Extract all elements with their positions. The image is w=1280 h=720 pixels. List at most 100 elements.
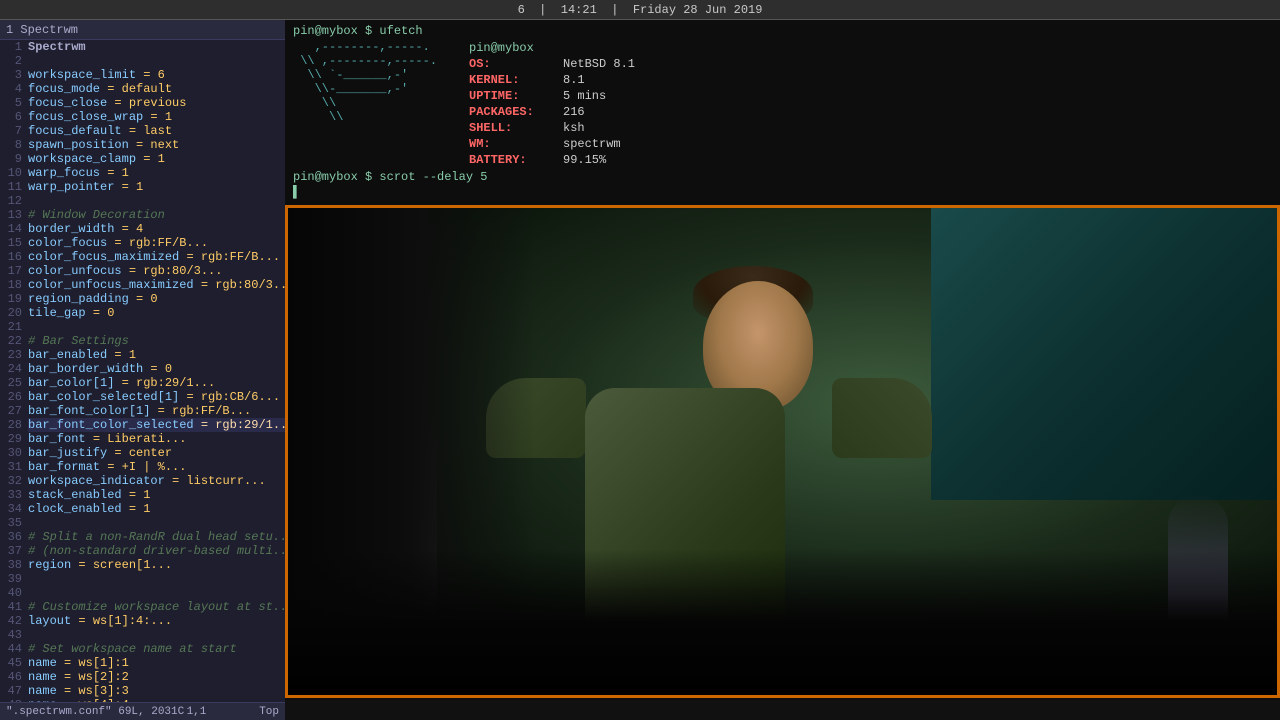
shell-row: SHELL: ksh [469,120,635,136]
line-content [28,194,285,208]
line-number: 2 [0,54,28,68]
line-35: 35 [0,516,285,530]
line-content: workspace_indicator = listcurr... [28,474,285,488]
line-8: 8spawn_position = next [0,138,285,152]
teal-bg [931,208,1277,500]
line-content: # Bar Settings [28,334,285,348]
uptime-row: UPTIME: 5 mins [469,88,635,104]
line-content: bar_enabled = 1 [28,348,285,362]
line-number: 17 [0,264,28,278]
line-11: 11warp_pointer = 1 [0,180,285,194]
line-content: Spectrwm [28,40,285,54]
line-21: 21 [0,320,285,334]
line-content: color_focus = rgb:FF/B... [28,236,285,250]
uptime-value: 5 mins [563,88,606,104]
line-12: 12 [0,194,285,208]
line-number: 15 [0,236,28,250]
line-24: 24bar_border_width = 0 [0,362,285,376]
line-44: 44# Set workspace name at start [0,642,285,656]
line-content: clock_enabled = 1 [28,502,285,516]
line-number: 5 [0,96,28,110]
date-display: Friday 28 Jun 2019 [633,3,763,17]
line-content: focus_close = previous [28,96,285,110]
line-22: 22# Bar Settings [0,334,285,348]
editor-scroll: Top [259,706,279,718]
line-number: 19 [0,292,28,306]
line-number: 32 [0,474,28,488]
line-number: 8 [0,138,28,152]
line-number: 46 [0,670,28,684]
line-content: bar_font_color[1] = rgb:FF/B... [28,404,285,418]
line-number: 34 [0,502,28,516]
line-number: 3 [0,68,28,82]
line-content: # (non-standard driver-based multi... [28,544,285,558]
line-number: 12 [0,194,28,208]
line-7: 7focus_default = last [0,124,285,138]
line-content [28,586,285,600]
terminal-prompt-text-1: pin@mybox $ ufetch [293,24,423,38]
line-2: 2 [0,54,285,68]
line-number: 21 [0,320,28,334]
line-content: spawn_position = next [28,138,285,152]
line-30: 30bar_justify = center [0,446,285,460]
line-content: warp_pointer = 1 [28,180,285,194]
line-number: 38 [0,558,28,572]
terminal-prompt-2: pin@mybox $ scrot --delay 5 [293,170,1272,184]
line-content: workspace_clamp = 1 [28,152,285,166]
line-29: 29bar_font = Liberati... [0,432,285,446]
line-number: 31 [0,460,28,474]
line-27: 27bar_font_color[1] = rgb:FF/B... [0,404,285,418]
editor-statusbar: ".spectrwm.conf" 69L, 2031C 1,1 Top [0,702,285,720]
line-number: 43 [0,628,28,642]
top-status-bar: 6 | 14:21 | Friday 28 Jun 2019 [0,0,1280,20]
line-content: border_width = 4 [28,222,285,236]
line-18: 18color_unfocus_maximized = rgb:80/3... [0,278,285,292]
line-number: 6 [0,110,28,124]
line-28: 28bar_font_color_selected = rgb:29/1... [0,418,285,432]
line-content: bar_border_width = 0 [28,362,285,376]
line-number: 44 [0,642,28,656]
line-23: 23bar_enabled = 1 [0,348,285,362]
line-9: 9workspace_clamp = 1 [0,152,285,166]
line-content: # Window Decoration [28,208,285,222]
editor-content[interactable]: 1 Spectrwm23workspace_limit = 64focus_mo… [0,40,285,702]
line-3: 3workspace_limit = 6 [0,68,285,82]
line-25: 25bar_color[1] = rgb:29/1... [0,376,285,390]
line-content: name = ws[1]:1 [28,656,285,670]
line-19: 19region_padding = 0 [0,292,285,306]
line-number: 37 [0,544,28,558]
shell-label: SHELL: [469,120,559,136]
line-content: color_focus_maximized = rgb:FF/B... [28,250,285,264]
line-content [28,54,285,68]
line-number: 23 [0,348,28,362]
line-content: bar_font_color_selected = rgb:29/1... [28,418,285,432]
line-14: 14border_width = 4 [0,222,285,236]
line-41: 41# Customize workspace layout at st... [0,600,285,614]
line-number: 36 [0,530,28,544]
terminal-prompt-1: pin@mybox $ ufetch [293,24,1272,38]
line-number: 11 [0,180,28,194]
line-37: 37# (non-standard driver-based multi... [0,544,285,558]
line-content: color_unfocus_maximized = rgb:80/3... [28,278,285,292]
system-info: pin@mybox OS: NetBSD 8.1 KERNEL: 8.1 UPT… [469,40,635,168]
shell-value: ksh [563,120,585,136]
line-number: 47 [0,684,28,698]
line-number: 27 [0,404,28,418]
line-content: stack_enabled = 1 [28,488,285,502]
line-number: 4 [0,82,28,96]
kernel-label: KERNEL: [469,72,559,88]
workspace-number: 6 [518,3,525,17]
line-31: 31bar_format = +I | %... [0,460,285,474]
line-content: # Set workspace name at start [28,642,285,656]
hostname-row: pin@mybox [469,40,635,56]
line-content: bar_color[1] = rgb:29/1... [28,376,285,390]
packages-value: 216 [563,104,585,120]
line-47: 47name = ws[3]:3 [0,684,285,698]
editor-cursor: 1,1 Top [187,706,279,718]
line-45: 45name = ws[1]:1 [0,656,285,670]
line-40: 40 [0,586,285,600]
line-content: region_padding = 0 [28,292,285,306]
line-content [28,516,285,530]
line-number: 28 [0,418,28,432]
line-17: 17color_unfocus = rgb:80/3... [0,264,285,278]
